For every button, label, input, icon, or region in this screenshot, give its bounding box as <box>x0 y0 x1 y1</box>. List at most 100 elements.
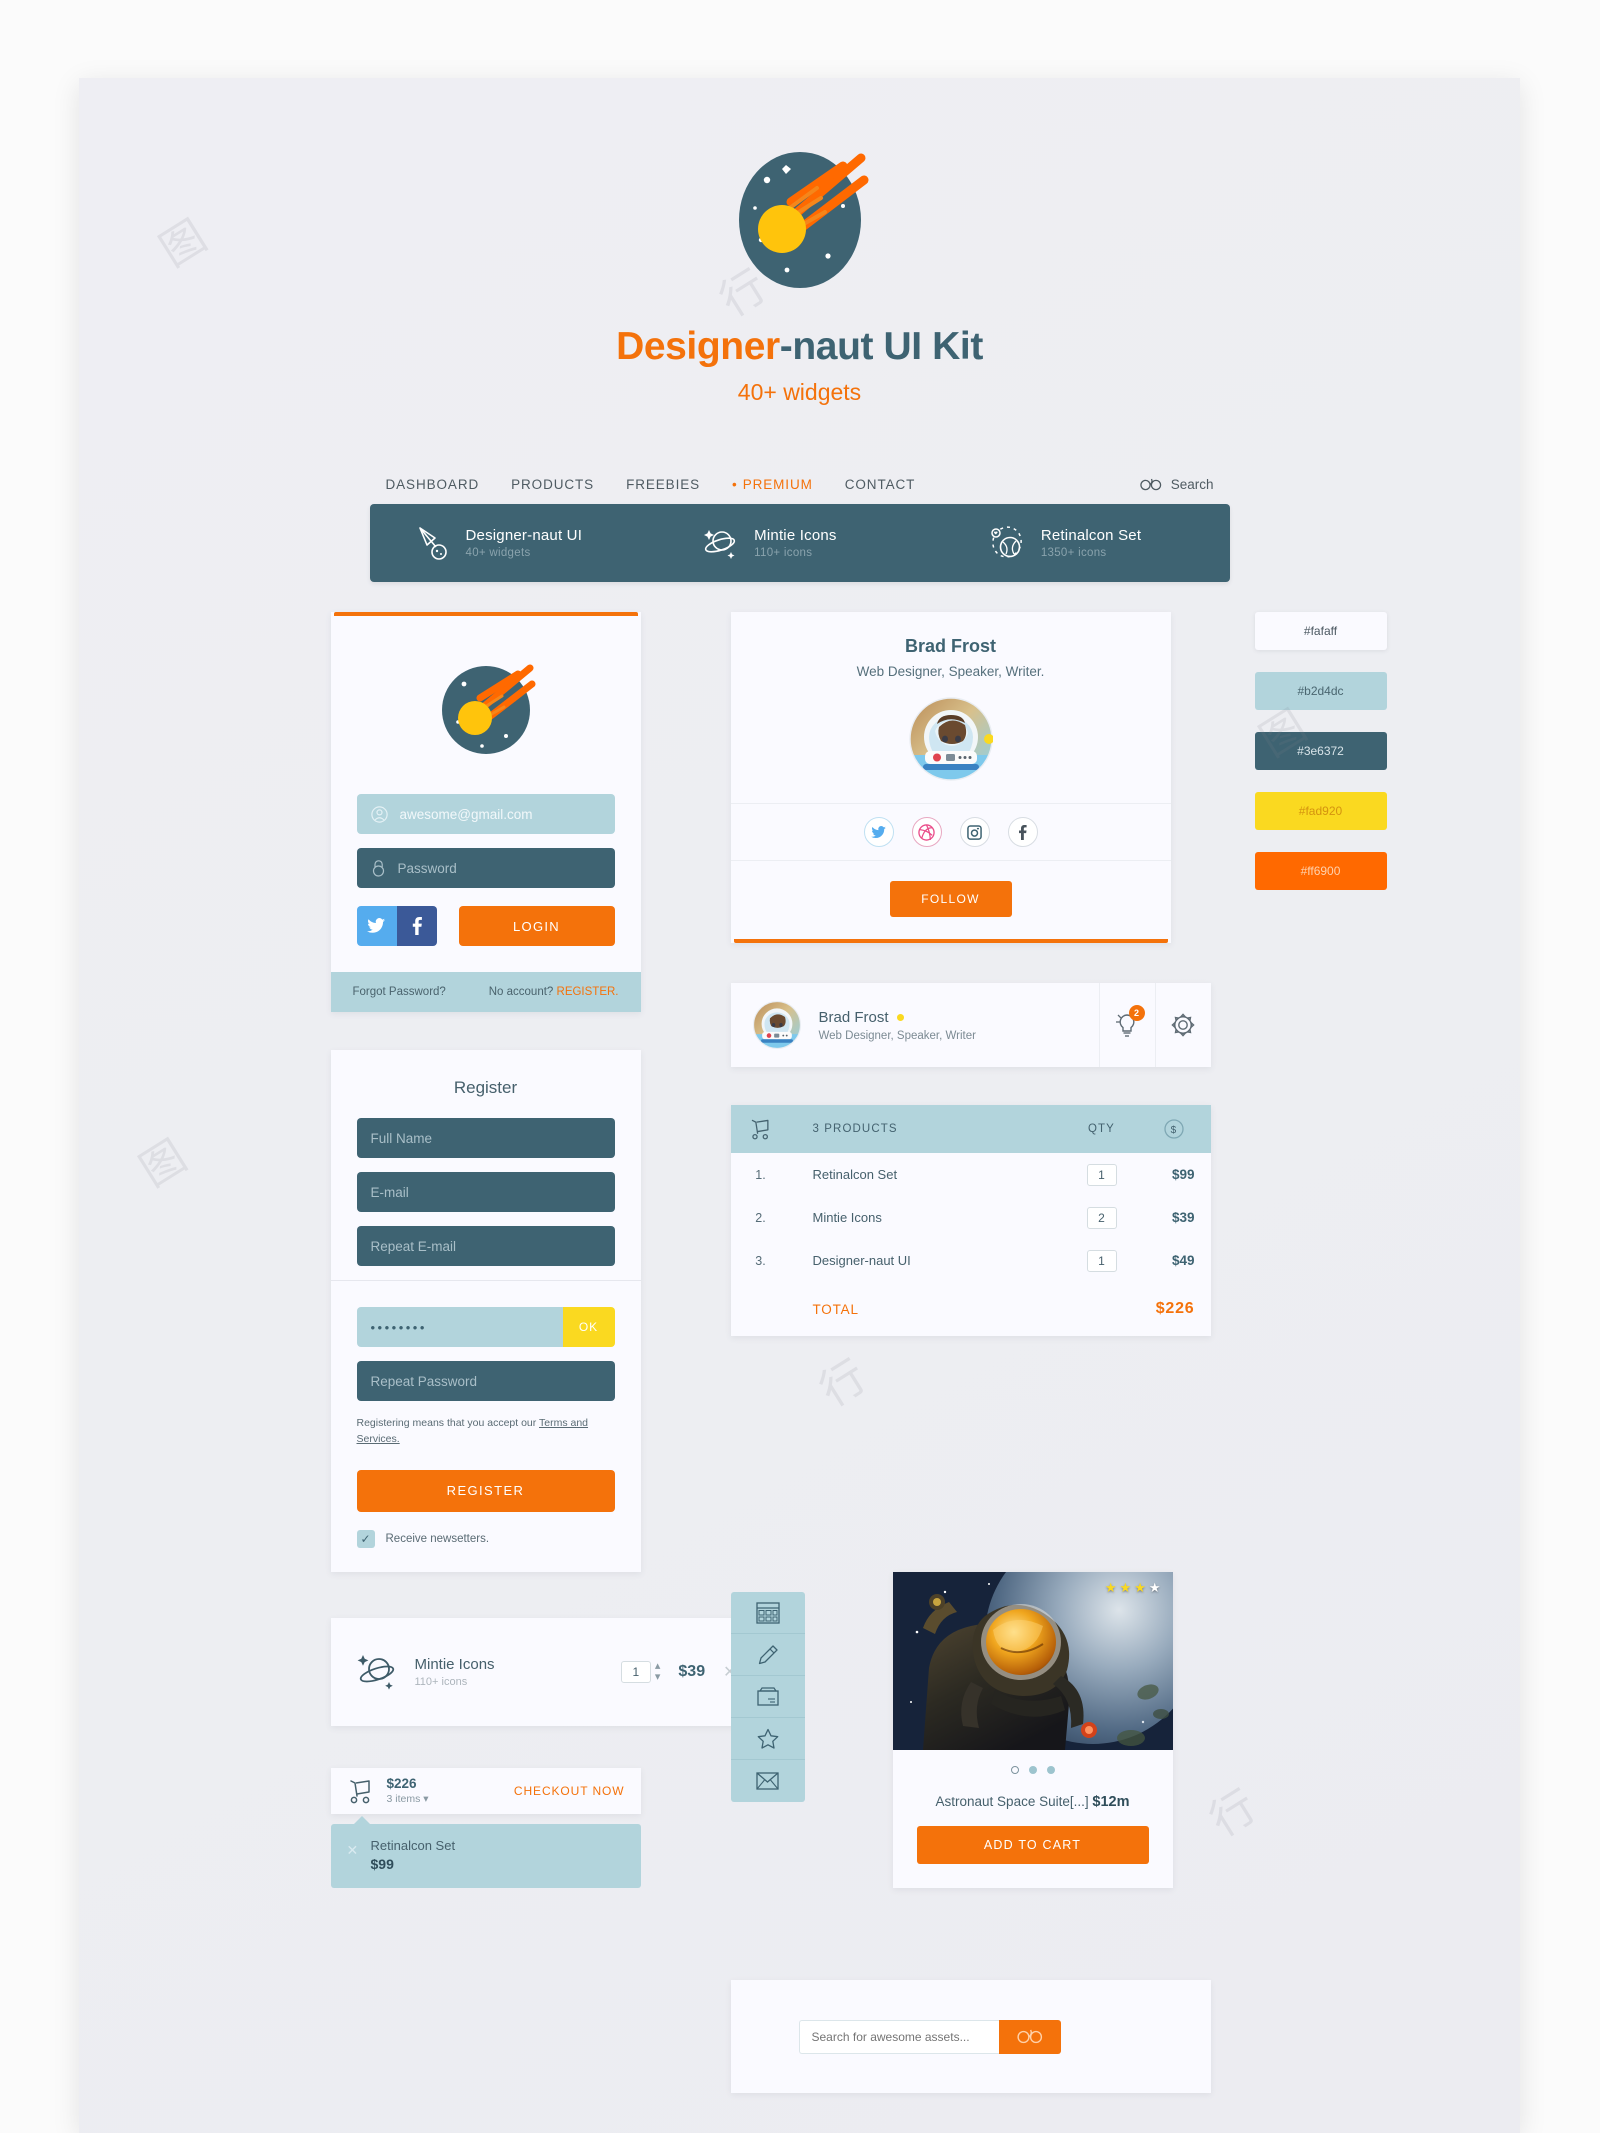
cart-dropdown: ✕ Retinalcon Set $99 <box>330 1815 641 1888</box>
star-icon: ★ <box>1134 1580 1146 1595</box>
envelope-icon <box>756 1772 779 1790</box>
register-repeat-password-field[interactable]: Repeat Password <box>356 1361 615 1401</box>
swatch-b2d4dc[interactable]: #b2d4dc <box>1254 672 1387 710</box>
color-swatches: #fafaff #b2d4dc #3e6372 #fad920 #ff6900 <box>1254 612 1387 912</box>
mintie-info: Mintie Icons 110+ icons <box>415 1656 495 1688</box>
login-actions: LOGIN <box>356 906 615 946</box>
strip-title: Retinalcon Set <box>1040 527 1142 544</box>
product-strip: Designer-naut UI 40+ widgets Mintie Icon… <box>369 504 1230 582</box>
strip-title: Mintie Icons <box>754 527 837 544</box>
dribbble-icon <box>918 823 935 841</box>
login-password-field[interactable]: Password <box>356 848 615 888</box>
login-button[interactable]: LOGIN <box>458 906 615 946</box>
cart-total: $226 <box>386 1775 417 1791</box>
strip-item-retinalcon-set[interactable]: Retinalcon Set 1350+ icons <box>943 524 1230 562</box>
row-qty-cell: 1 <box>1067 1249 1137 1272</box>
star-icon: ★ <box>1104 1580 1117 1595</box>
register-password-field[interactable]: •••••••• <box>356 1307 563 1347</box>
left-column: awesome@gmail.com Password LOGIN Forgot … <box>330 612 761 1888</box>
twitter-login-button[interactable] <box>356 906 397 946</box>
star-icon <box>757 1728 778 1749</box>
row-qty-input[interactable]: 2 <box>1086 1206 1117 1229</box>
product-image: ★ ★ ★ ★ <box>892 1572 1173 1750</box>
cart-items-count[interactable]: 3 items ▾ <box>387 1793 429 1805</box>
dollar-circle-icon: $ <box>1163 1119 1184 1139</box>
add-to-cart-button[interactable]: ADD TO CART <box>916 1826 1149 1864</box>
row-qty-input[interactable]: 1 <box>1086 1249 1117 1272</box>
dribbble-social-button[interactable] <box>911 817 942 847</box>
row-qty-input[interactable]: 1 <box>1086 1163 1117 1186</box>
browser-window-button[interactable] <box>730 1592 805 1634</box>
register-link[interactable]: REGISTER. <box>557 986 619 998</box>
profile-name: Brad Frost <box>904 636 996 656</box>
register-email-field[interactable]: E-mail <box>356 1172 615 1212</box>
favorite-button[interactable] <box>730 1718 805 1760</box>
cart-totals: $226 3 items ▾ <box>387 1776 429 1806</box>
password-ok-button[interactable]: OK <box>562 1307 615 1347</box>
strip-item-mintie-icons[interactable]: Mintie Icons 110+ icons <box>656 525 943 561</box>
product-title-row: Astronaut Space Suite[...] $12m <box>893 1782 1173 1810</box>
mintie-qty-stepper[interactable]: ▴ ▾ <box>655 1660 661 1683</box>
cart-item-price: $99 <box>370 1855 394 1872</box>
edit-button[interactable] <box>730 1634 805 1676</box>
user-bar-name: Brad Frost <box>818 1008 889 1026</box>
nav-item-dashboard[interactable]: DASHBOARD <box>386 477 480 492</box>
table-row: 3. Designer-naut UI 1 $49 <box>731 1239 1211 1282</box>
twitter-social-button[interactable] <box>863 817 894 847</box>
profile-socials <box>730 803 1171 861</box>
register-button[interactable]: REGISTER <box>356 1469 615 1512</box>
search-input[interactable] <box>798 2019 999 2054</box>
row-qty-cell: 1 <box>1067 1163 1137 1186</box>
login-password-placeholder: Password <box>397 860 457 876</box>
strip-sub: 40+ widgets <box>465 547 531 559</box>
total-label: TOTAL <box>812 1301 859 1317</box>
carousel-dot[interactable] <box>1010 1766 1019 1774</box>
nav-item-freebies[interactable]: FREEBIES <box>626 477 700 492</box>
user-bar-info: Brad Frost Web Designer, Speaker, Writer <box>819 1009 976 1042</box>
title-orange: Designer <box>616 325 780 368</box>
comet-logo-icon <box>441 664 535 754</box>
search-trigger[interactable]: Search <box>1139 477 1214 492</box>
nav-item-contact[interactable]: CONTACT <box>845 477 916 492</box>
twitter-icon <box>871 825 886 838</box>
search-label: Search <box>1170 477 1214 492</box>
avatar <box>908 697 993 781</box>
icon-toolbar <box>730 1592 805 1802</box>
follow-button[interactable]: FOLLOW <box>889 881 1012 917</box>
register-title: Register <box>453 1078 518 1097</box>
register-repeat-email-field[interactable]: Repeat E-mail <box>356 1226 615 1266</box>
carousel-dot[interactable] <box>1046 1766 1055 1774</box>
instagram-social-button[interactable] <box>959 817 990 847</box>
user-bar-role: Web Designer, Speaker, Writer <box>818 1029 976 1042</box>
facebook-social-button[interactable] <box>1007 817 1038 847</box>
login-email-field[interactable]: awesome@gmail.com <box>356 794 615 834</box>
user-bar: Brad Frost Web Designer, Speaker, Writer… <box>730 983 1211 1067</box>
strip-item-designer-naut[interactable]: Designer-naut UI 40+ widgets <box>370 525 657 561</box>
row-price: $99 <box>1171 1167 1195 1182</box>
swatch-fafaff[interactable]: #fafaff <box>1254 612 1387 650</box>
notifications-button[interactable]: 2 <box>1098 983 1155 1067</box>
search-submit-button[interactable] <box>998 2019 1061 2054</box>
swatch-fad920[interactable]: #fad920 <box>1254 792 1387 830</box>
login-logo <box>357 642 615 794</box>
nav-item-premium[interactable]: PREMIUM <box>732 477 813 492</box>
mintie-qty-input[interactable]: 1 <box>620 1660 651 1683</box>
newsletter-checkbox[interactable]: ✓ <box>356 1529 375 1548</box>
row-index: 2. <box>755 1210 766 1225</box>
swatch-ff6900[interactable]: #ff6900 <box>1254 852 1387 890</box>
settings-button[interactable] <box>1154 983 1211 1067</box>
strip-title: Designer-naut UI <box>465 527 583 544</box>
strip-text: Retinalcon Set 1350+ icons <box>1041 527 1141 559</box>
title-rest: -naut UI Kit <box>779 325 984 368</box>
register-fullname-field[interactable]: Full Name <box>356 1118 615 1158</box>
products-count-label: 3 PRODUCTS <box>812 1123 898 1135</box>
facebook-login-button[interactable] <box>396 906 437 946</box>
cart-item-remove-button[interactable]: ✕ <box>347 1842 359 1859</box>
carousel-dot[interactable] <box>1028 1766 1037 1774</box>
swatch-3e6372[interactable]: #3e6372 <box>1254 732 1387 770</box>
mail-button[interactable] <box>731 1760 805 1802</box>
forgot-password-link[interactable]: Forgot Password? <box>353 986 446 998</box>
nav-item-products[interactable]: PRODUCTS <box>511 477 594 492</box>
checkout-now-button[interactable]: CHECKOUT NOW <box>514 1784 625 1798</box>
archive-button[interactable] <box>730 1676 805 1718</box>
